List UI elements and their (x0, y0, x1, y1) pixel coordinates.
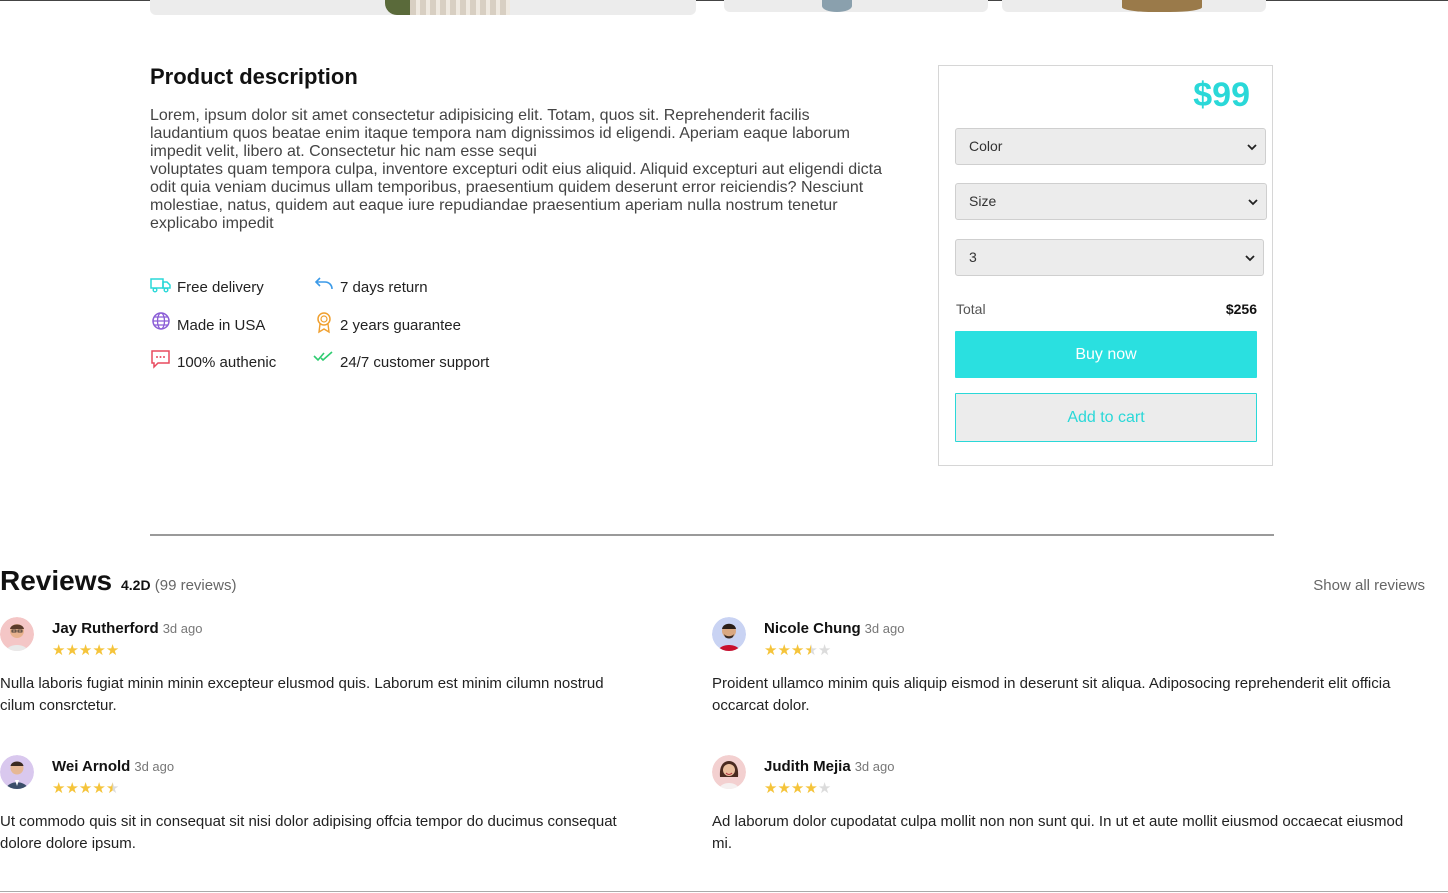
reviews-summary: 4.2D (99 reviews) (121, 577, 236, 594)
star-icon: ★ (790, 642, 805, 659)
product-description-title: Product description (150, 64, 358, 89)
size-select[interactable]: Size (955, 183, 1267, 220)
star-icon: ★ (65, 780, 79, 797)
avatar (0, 617, 34, 651)
review-time: 3d ago (864, 621, 905, 636)
star-icon: ★ (804, 780, 818, 797)
feature-label: Free delivery (177, 279, 264, 296)
reviews-count: (99 reviews) (154, 577, 237, 594)
review-text: Proident ullamco minim quis aliquip eism… (712, 675, 1391, 714)
total-label: Total (956, 301, 986, 317)
feature-return: 7 days return (313, 274, 428, 296)
chevron-down-icon (1248, 199, 1258, 206)
reviewer-name: Nicole Chung 3d ago (764, 620, 905, 637)
star-icon: ★ (52, 780, 66, 797)
reviews-title: Reviews (0, 565, 113, 596)
add-to-cart-button[interactable]: Add to cart (955, 393, 1257, 442)
review-time: 3d ago (854, 759, 895, 774)
quantity-select[interactable]: 3 (955, 239, 1264, 276)
star-icon: ★ (790, 780, 805, 797)
star-icon: ★ (764, 642, 778, 659)
feature-free-delivery: Free delivery (150, 274, 264, 296)
review-time: 3d ago (162, 621, 203, 636)
avatar (712, 617, 746, 651)
quantity-select-value: 3 (969, 249, 977, 265)
review-text: Ad laborum dolor cupodatat culpa mollit … (712, 813, 1404, 852)
product-description-text: Lorem, ipsum dolor sit amet consectetur … (150, 107, 882, 232)
double-check-icon (313, 349, 335, 371)
reviewer-name: Jay Rutherford 3d ago (52, 620, 203, 637)
star-empty-icon: ★ (817, 642, 832, 659)
return-arrow-icon (313, 274, 335, 296)
feature-label: 24/7 customer support (340, 354, 490, 371)
feature-label: 100% authenic (177, 354, 277, 371)
gallery-image-main[interactable] (150, 0, 696, 15)
feature-label: 2 years guarantee (340, 317, 461, 334)
feature-label: Made in USA (177, 317, 266, 334)
product-price: $99 (1193, 76, 1250, 114)
total-value: $256 (1225, 301, 1257, 317)
chevron-down-icon (1245, 255, 1255, 262)
star-icon: ★ (92, 780, 106, 797)
star-icon: ★ (105, 642, 120, 659)
review-time: 3d ago (134, 759, 175, 774)
feature-support: 24/7 customer support (313, 349, 489, 371)
buy-now-button[interactable]: Buy now (955, 331, 1257, 378)
star-icon: ★ (52, 642, 66, 659)
star-icon: ★ (92, 642, 106, 659)
star-rating: ★★★★★ (764, 781, 831, 796)
award-icon (313, 312, 335, 334)
reviewer-name: Judith Mejia 3d ago (764, 758, 895, 775)
review-text: Ut commodo quis sit in consequat sit nis… (0, 813, 617, 852)
star-icon: ★ (78, 642, 93, 659)
feature-label: 7 days return (340, 279, 428, 296)
star-empty-icon: ★ (817, 780, 832, 797)
color-select-value: Color (969, 138, 1003, 154)
section-divider (150, 534, 1274, 536)
chevron-down-icon (1247, 144, 1257, 151)
star-icon: ★ (78, 780, 93, 797)
star-rating: ★★★★★ (52, 781, 119, 796)
reviewer-name: Wei Arnold 3d ago (52, 758, 175, 775)
chat-icon (150, 349, 172, 371)
avatar (0, 755, 34, 789)
size-select-value: Size (969, 193, 997, 209)
star-icon: ★ (65, 642, 79, 659)
star-half-icon: ★ (804, 642, 818, 659)
feature-made-in-usa: Made in USA (150, 312, 265, 334)
gallery-image-2[interactable] (724, 0, 988, 12)
avatar (712, 755, 746, 789)
globe-icon (150, 312, 172, 334)
feature-guarantee: 2 years guarantee (313, 312, 461, 334)
star-rating: ★★★★★ (52, 643, 119, 658)
star-rating: ★★★★★ (764, 643, 831, 658)
reviews-rating: 4.2D (121, 577, 151, 593)
review-text: Nulla laboris fugiat minin minin excepte… (0, 675, 604, 714)
truck-icon (150, 274, 172, 296)
star-icon: ★ (777, 642, 791, 659)
gallery-image-3[interactable] (1002, 0, 1266, 12)
star-icon: ★ (777, 780, 791, 797)
feature-authentic: 100% authenic (150, 349, 276, 371)
show-all-reviews-link[interactable]: Show all reviews (1313, 577, 1425, 594)
purchase-card: $99 Color Size 3 Total $256 Buy now Add … (938, 65, 1273, 466)
color-select[interactable]: Color (955, 128, 1266, 165)
star-half-icon: ★ (105, 780, 120, 797)
star-icon: ★ (764, 780, 778, 797)
bottom-border (0, 891, 1448, 892)
